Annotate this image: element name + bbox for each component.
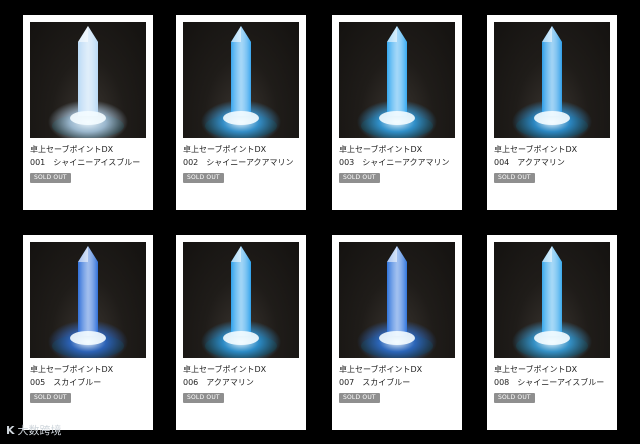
product-title[interactable]: 卓上セーブポイントDX bbox=[494, 365, 613, 375]
sold-out-badge: SOLD OUT bbox=[183, 173, 224, 183]
product-image[interactable] bbox=[30, 242, 146, 358]
product-title[interactable]: 卓上セーブポイントDX bbox=[339, 145, 458, 155]
product-image[interactable] bbox=[339, 22, 455, 138]
product-image[interactable] bbox=[183, 242, 299, 358]
product-variant: 007 スカイブルー bbox=[339, 378, 411, 387]
product-variant: 001 シャイニーアイスブルー bbox=[30, 158, 141, 167]
watermark-logo: K bbox=[6, 424, 15, 437]
product-image[interactable] bbox=[494, 22, 610, 138]
watermark-text: 大数跨境 bbox=[17, 424, 62, 437]
sold-out-badge: SOLD OUT bbox=[494, 393, 535, 403]
product-card[interactable]: 卓上セーブポイントDX 006 アクアマリン SOLD OUT bbox=[176, 235, 306, 430]
product-card[interactable]: 卓上セーブポイントDX 004 アクアマリン SOLD OUT bbox=[487, 15, 617, 210]
sold-out-badge: SOLD OUT bbox=[183, 393, 224, 403]
product-card[interactable]: 卓上セーブポイントDX 008 シャイニーアイスブルー SOLD OUT bbox=[487, 235, 617, 430]
product-title[interactable]: 卓上セーブポイントDX bbox=[183, 365, 302, 375]
product-variant: 002 シャイニーアクアマリン bbox=[183, 158, 294, 167]
product-variant: 003 シャイニーアクアマリン bbox=[339, 158, 450, 167]
sold-out-badge: SOLD OUT bbox=[339, 393, 380, 403]
sold-out-badge: SOLD OUT bbox=[30, 173, 71, 183]
sold-out-badge: SOLD OUT bbox=[494, 173, 535, 183]
product-title[interactable]: 卓上セーブポイントDX bbox=[30, 145, 149, 155]
product-title[interactable]: 卓上セーブポイントDX bbox=[183, 145, 302, 155]
product-title[interactable]: 卓上セーブポイントDX bbox=[339, 365, 458, 375]
product-card[interactable]: 卓上セーブポイントDX 005 スカイブルー SOLD OUT bbox=[23, 235, 153, 430]
product-card[interactable]: 卓上セーブポイントDX 001 シャイニーアイスブルー SOLD OUT bbox=[23, 15, 153, 210]
sold-out-badge: SOLD OUT bbox=[339, 173, 380, 183]
product-image[interactable] bbox=[339, 242, 455, 358]
product-variant: 006 アクアマリン bbox=[183, 378, 254, 387]
watermark: K 大数跨境 bbox=[6, 424, 62, 438]
product-image[interactable] bbox=[30, 22, 146, 138]
product-variant: 008 シャイニーアイスブルー bbox=[494, 378, 605, 387]
product-card[interactable]: 卓上セーブポイントDX 003 シャイニーアクアマリン SOLD OUT bbox=[332, 15, 462, 210]
product-title[interactable]: 卓上セーブポイントDX bbox=[30, 365, 149, 375]
product-card[interactable]: 卓上セーブポイントDX 002 シャイニーアクアマリン SOLD OUT bbox=[176, 15, 306, 210]
sold-out-badge: SOLD OUT bbox=[30, 393, 71, 403]
product-variant: 004 アクアマリン bbox=[494, 158, 565, 167]
product-variant: 005 スカイブルー bbox=[30, 378, 102, 387]
product-card[interactable]: 卓上セーブポイントDX 007 スカイブルー SOLD OUT bbox=[332, 235, 462, 430]
product-title[interactable]: 卓上セーブポイントDX bbox=[494, 145, 613, 155]
product-image[interactable] bbox=[494, 242, 610, 358]
product-image[interactable] bbox=[183, 22, 299, 138]
